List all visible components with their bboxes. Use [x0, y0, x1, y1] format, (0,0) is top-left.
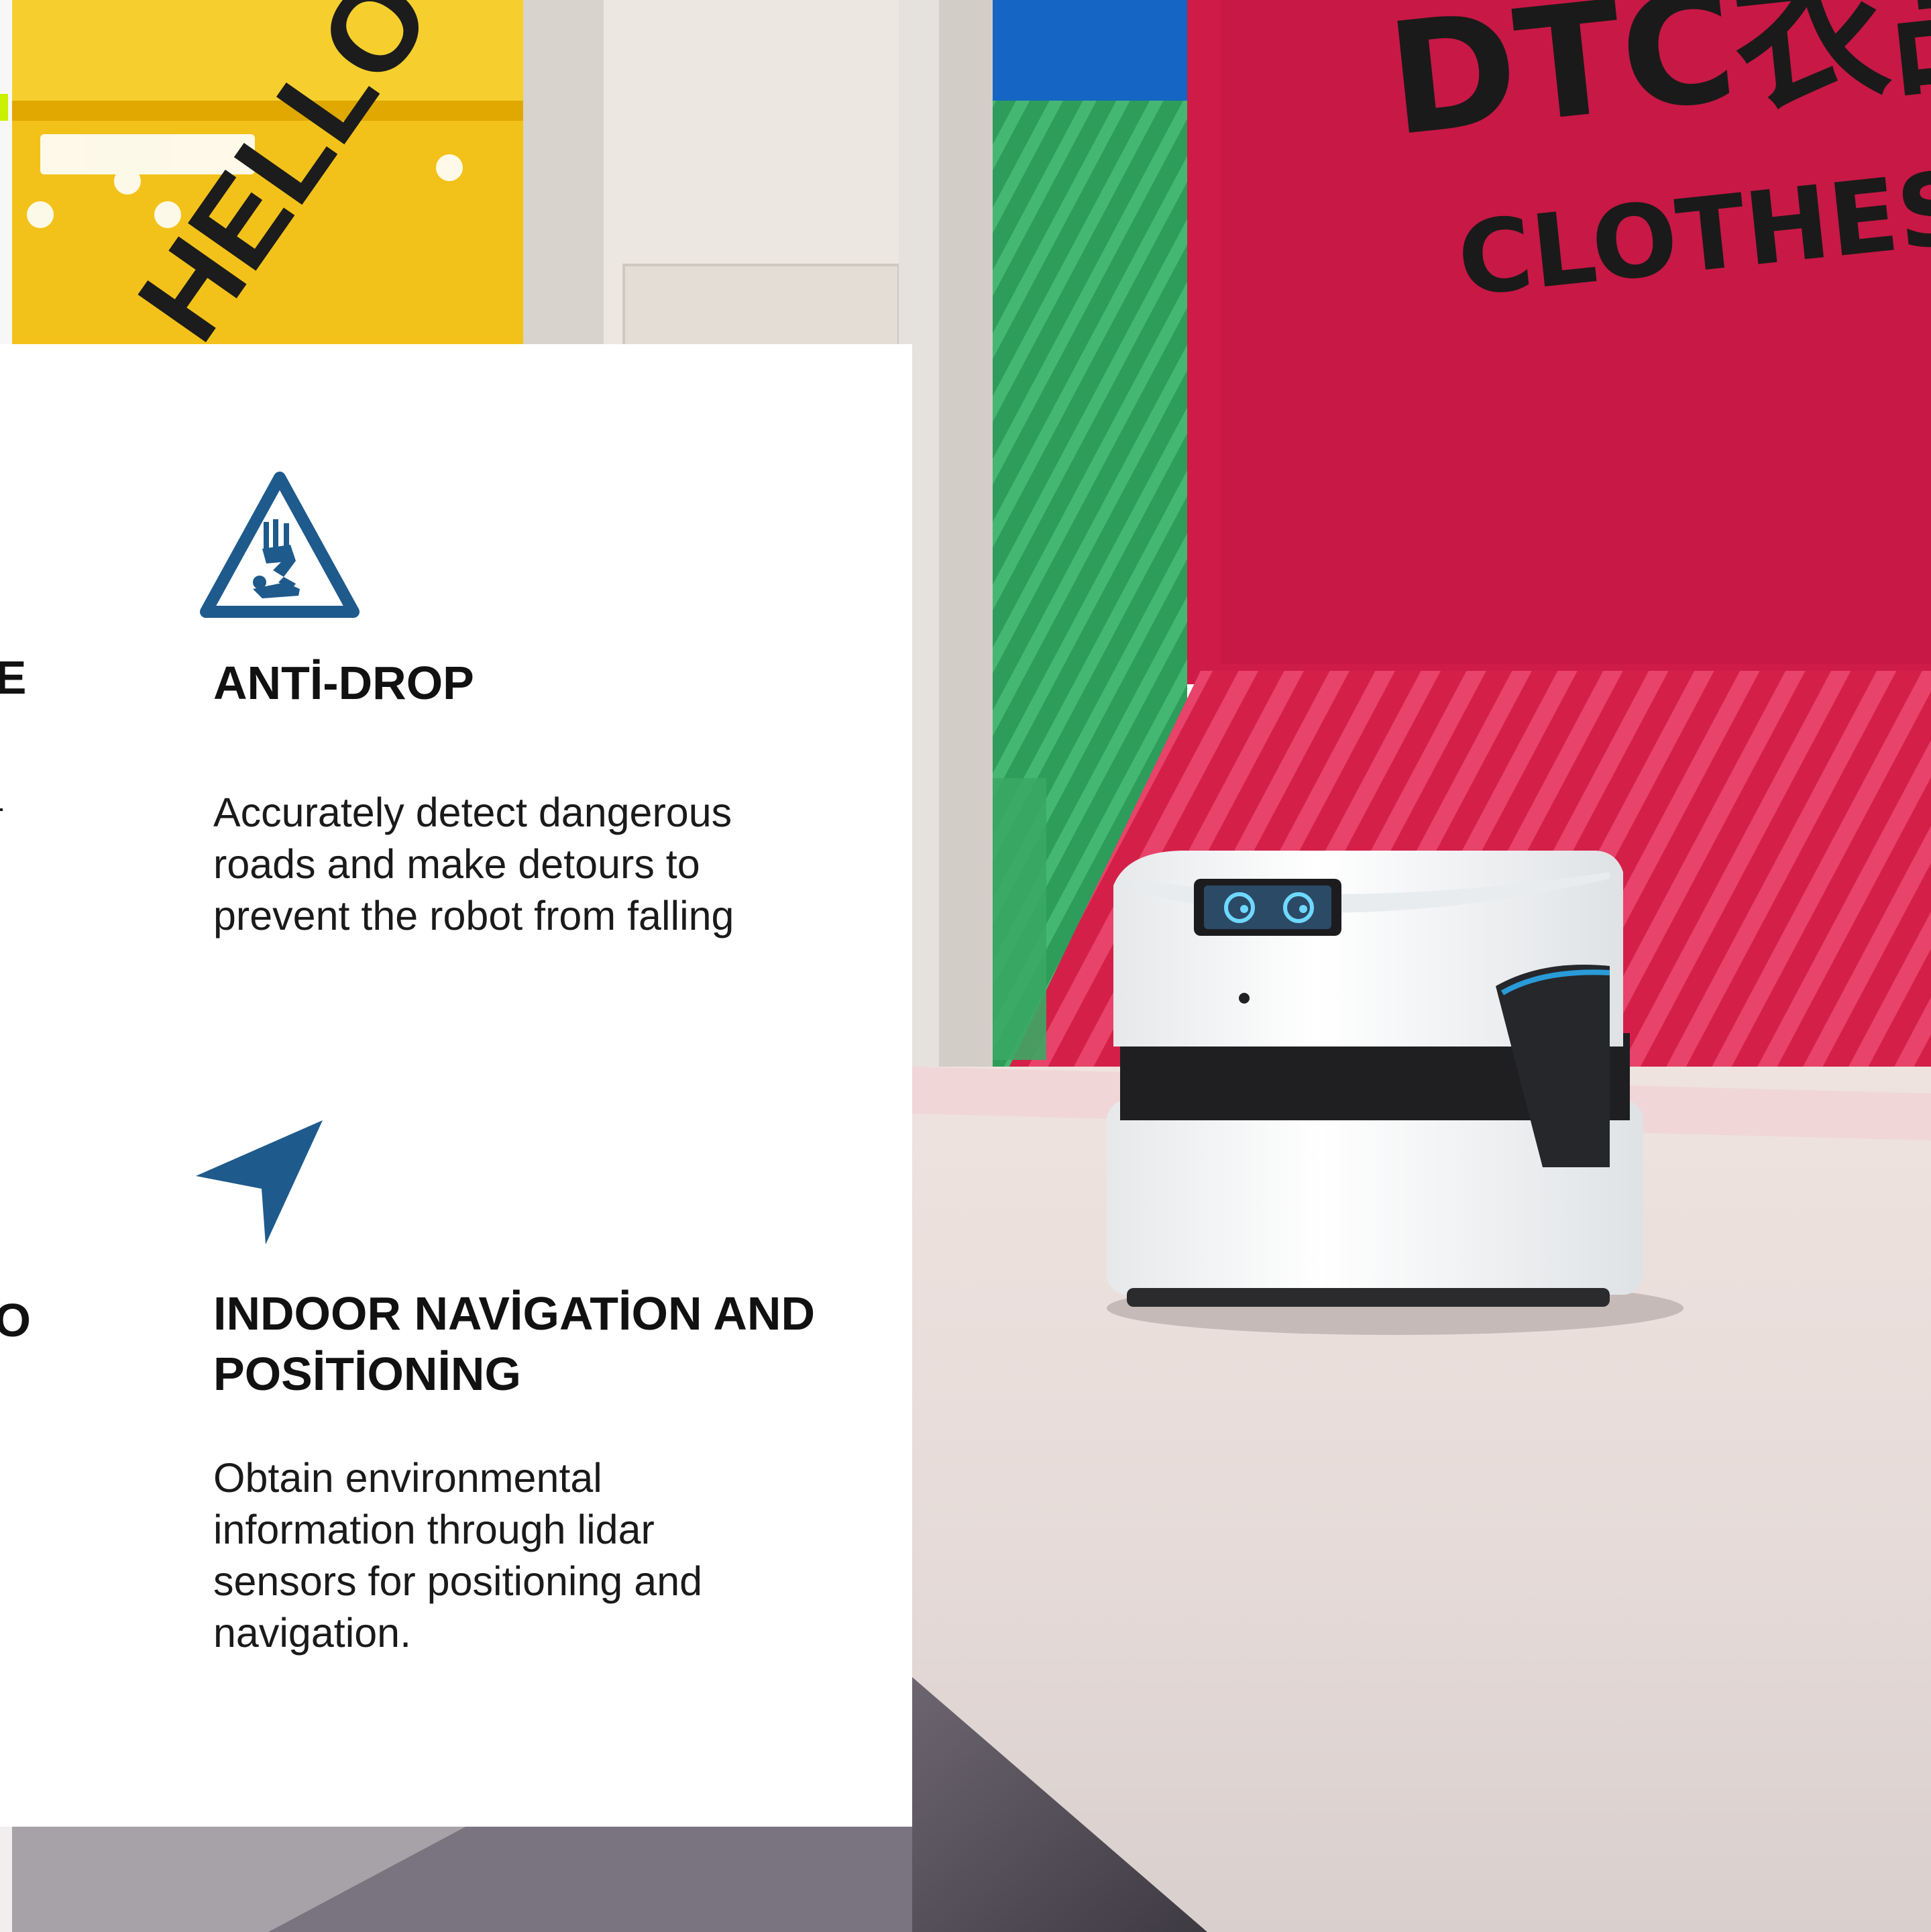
feature-title-indoor-navigation: INDOOR NAVİGATİON AND POSİTİONİNG — [213, 1287, 816, 1400]
feature-card: LE TO ANTİ-DROP Accurately detect danger… — [0, 344, 912, 1827]
feature-desc-anti-drop: Accurately detect dangerous roads and ma… — [213, 790, 734, 938]
left-feature-text-fragment — [0, 808, 3, 811]
feature-desc-indoor-navigation: Obtain environmental information through… — [213, 1455, 703, 1656]
left-feature-title-partial: LE — [0, 651, 27, 704]
left-feature-title-partial: TO — [0, 1294, 31, 1346]
navigation-arrow-icon — [196, 1120, 323, 1244]
robot-feature-page: HELLO DTC衣品 CLOTHES E O ANTİ-DROP Accura… — [0, 0, 1931, 1932]
warning-fall-icon — [200, 472, 360, 618]
feature-title-anti-drop: ANTİ-DROP — [213, 657, 474, 709]
robot-image — [1107, 851, 1684, 1335]
